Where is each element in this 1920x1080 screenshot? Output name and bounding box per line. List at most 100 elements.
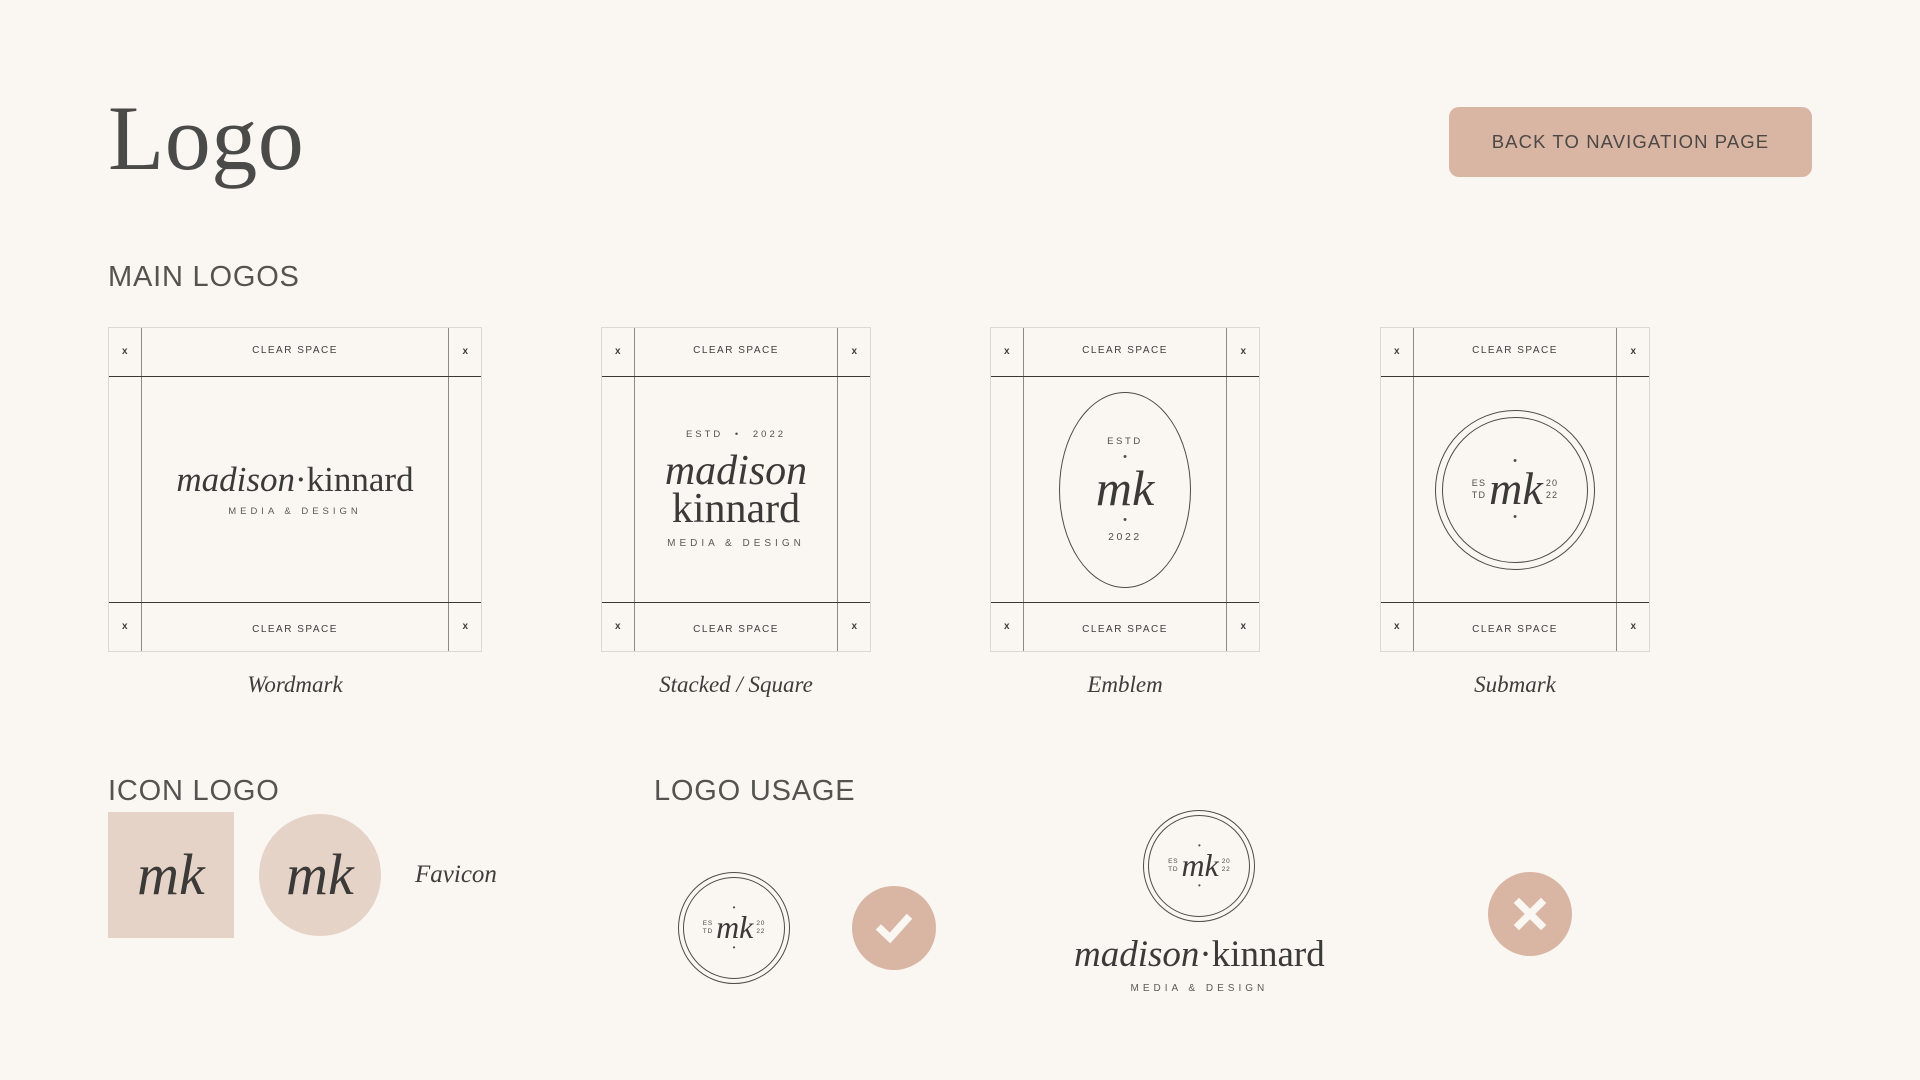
submark-estd: ES TD (1168, 858, 1178, 874)
clear-space-label-top: CLEAR SPACE (1472, 345, 1558, 356)
logo-artwork-stacked: ESTD • 2022 madison kinnard MEDIA & DESI… (602, 376, 870, 603)
estd-label: ESTD (685, 428, 724, 440)
icon-logo-square-monogram: mk (137, 841, 205, 907)
wordmark-name-first: madison (176, 460, 296, 499)
section-heading-icon-logo: ICON LOGO (108, 775, 280, 807)
icon-logo-circle-monogram: mk (286, 841, 354, 907)
corner-mark-bottom-left: x (1004, 621, 1010, 632)
logo-card-caption: Submark (1474, 672, 1556, 697)
emblem-outline: ESTD • mk • 2022 (1059, 391, 1191, 588)
clear-space-label-bottom: CLEAR SPACE (1472, 624, 1558, 635)
corner-mark-bottom-left: x (615, 621, 621, 632)
logo-card-caption: Stacked / Square (659, 672, 813, 697)
logo-card-caption: Emblem (1087, 672, 1163, 697)
corner-mark-bottom-left: x (1394, 621, 1400, 632)
submark-estd-top: ES (1471, 478, 1487, 489)
submark-year-bottom: 22 (756, 928, 766, 935)
favicon-label: Favicon (415, 861, 497, 888)
corner-mark-bottom-left: x (122, 621, 128, 632)
logo-usage-incorrect: • ES TD mk 20 22 • madison·kinnard MEDIA… (1074, 810, 1325, 994)
submark-dot-bottom: • (732, 942, 736, 952)
back-to-navigation-button[interactable]: BACK TO NAVIGATION PAGE (1449, 107, 1812, 177)
emblem-year: 2022 (1108, 530, 1142, 543)
submark-year-top: 20 (1221, 857, 1231, 865)
logo-card-submark: CLEAR SPACE CLEAR SPACE x x x x • ES TD (1380, 327, 1650, 697)
emblem-estd: ESTD (1107, 435, 1143, 447)
main-logos-grid: CLEAR SPACE CLEAR SPACE x x x x madison·… (0, 327, 1920, 697)
estd-year: 2022 (752, 428, 787, 440)
submark-year: 20 22 (756, 920, 765, 936)
submark-year-top: 20 (1545, 478, 1559, 489)
logo-card-caption: Wordmark (247, 672, 343, 697)
submark-year: 20 22 (1222, 858, 1231, 874)
icon-logo-square: mk (108, 812, 234, 938)
clear-space-frame: CLEAR SPACE CLEAR SPACE x x x x • ES TD (1380, 327, 1650, 652)
clear-space-label-top: CLEAR SPACE (693, 345, 779, 356)
cross-icon (1513, 897, 1547, 931)
stacked-tagline: MEDIA & DESIGN (667, 538, 805, 550)
corner-mark-bottom-right: x (1630, 621, 1636, 632)
submark-estd-bottom: TD (702, 928, 714, 935)
icon-logo-circle: mk (259, 814, 381, 936)
logo-card-stacked: CLEAR SPACE CLEAR SPACE x x x x ESTD • 2… (601, 327, 871, 697)
wordmark-name-last: kinnard (1211, 934, 1325, 975)
wordmark-separator: · (1199, 934, 1212, 975)
corner-mark-top-right: x (851, 346, 857, 357)
clear-space-frame: CLEAR SPACE CLEAR SPACE x x x x madison·… (108, 327, 482, 652)
corner-mark-top-right: x (462, 346, 468, 357)
submark-monogram: mk (1181, 847, 1219, 884)
clear-space-frame: CLEAR SPACE CLEAR SPACE x x x x ESTD • m… (990, 327, 1260, 652)
clear-space-label-bottom: CLEAR SPACE (693, 624, 779, 635)
logo-card-wordmark: CLEAR SPACE CLEAR SPACE x x x x madison·… (108, 327, 482, 697)
usage-incorrect-tagline: MEDIA & DESIGN (1130, 983, 1269, 994)
corner-mark-bottom-right: x (1240, 621, 1246, 632)
back-to-navigation-label: BACK TO NAVIGATION PAGE (1491, 131, 1770, 152)
wordmark-name-last: kinnard (306, 460, 414, 499)
submark-year: 20 22 (1546, 478, 1558, 501)
usage-incorrect-wordmark: madison·kinnard (1074, 936, 1325, 973)
clear-space-label-bottom: CLEAR SPACE (1082, 624, 1168, 635)
usage-rejected-badge (1488, 872, 1572, 956)
submark-estd-bottom: TD (1471, 489, 1487, 500)
logo-usage-correct: • ES TD mk 20 22 • (678, 872, 936, 984)
logo-artwork-emblem: ESTD • mk • 2022 (991, 376, 1259, 603)
logo-usage-row: • ES TD mk 20 22 • • ES TD mk 20 22 • ma… (654, 800, 1854, 1050)
logo-artwork-wordmark: madison·kinnard MEDIA & DESIGN (109, 376, 481, 603)
stacked-name-last: kinnard (671, 486, 801, 533)
submark-estd-top: ES (1168, 857, 1179, 865)
logo-card-emblem: CLEAR SPACE CLEAR SPACE x x x x ESTD • m… (990, 327, 1260, 697)
clear-space-label-bottom: CLEAR SPACE (252, 624, 338, 635)
submark-year-bottom: 22 (1545, 489, 1559, 500)
usage-correct-artwork: • ES TD mk 20 22 • (678, 872, 790, 984)
corner-mark-top-left: x (1394, 346, 1400, 357)
usage-incorrect-artwork: • ES TD mk 20 22 • madison·kinnard MEDIA… (1074, 810, 1325, 994)
corner-mark-top-left: x (1004, 346, 1010, 357)
emblem-monogram: mk (1095, 460, 1155, 517)
corner-mark-top-left: x (122, 346, 128, 357)
clear-space-label-top: CLEAR SPACE (252, 345, 338, 356)
submark-monogram: mk (1489, 463, 1543, 515)
stacked-estd-line: ESTD • 2022 (665, 430, 807, 440)
submark-estd: ES TD (1472, 478, 1486, 501)
emblem-dot-bottom: • (1123, 513, 1127, 526)
check-icon (875, 913, 913, 944)
corner-mark-top-left: x (615, 346, 621, 357)
submark-dot-bottom: • (1513, 510, 1517, 523)
submark-year-top: 20 (756, 919, 766, 927)
clear-space-label-top: CLEAR SPACE (1082, 345, 1168, 356)
wordmark-name-first: madison (1074, 934, 1200, 975)
wordmark-separator: · (295, 460, 307, 499)
page-title: Logo (108, 87, 305, 189)
submark-estd-top: ES (702, 919, 714, 927)
estd-separator: • (734, 428, 742, 440)
corner-mark-bottom-right: x (462, 621, 468, 632)
submark-year-bottom: 22 (1221, 866, 1231, 873)
corner-mark-top-right: x (1240, 346, 1246, 357)
clear-space-frame: CLEAR SPACE CLEAR SPACE x x x x ESTD • 2… (601, 327, 871, 652)
submark-estd: ES TD (703, 920, 713, 936)
submark-monogram: mk (716, 909, 754, 946)
wordmark-tagline: MEDIA & DESIGN (228, 506, 362, 517)
usage-incorrect-submark: • ES TD mk 20 22 • (1143, 810, 1256, 922)
submark-dot-bottom: • (1197, 880, 1201, 890)
corner-mark-top-right: x (1630, 346, 1636, 357)
